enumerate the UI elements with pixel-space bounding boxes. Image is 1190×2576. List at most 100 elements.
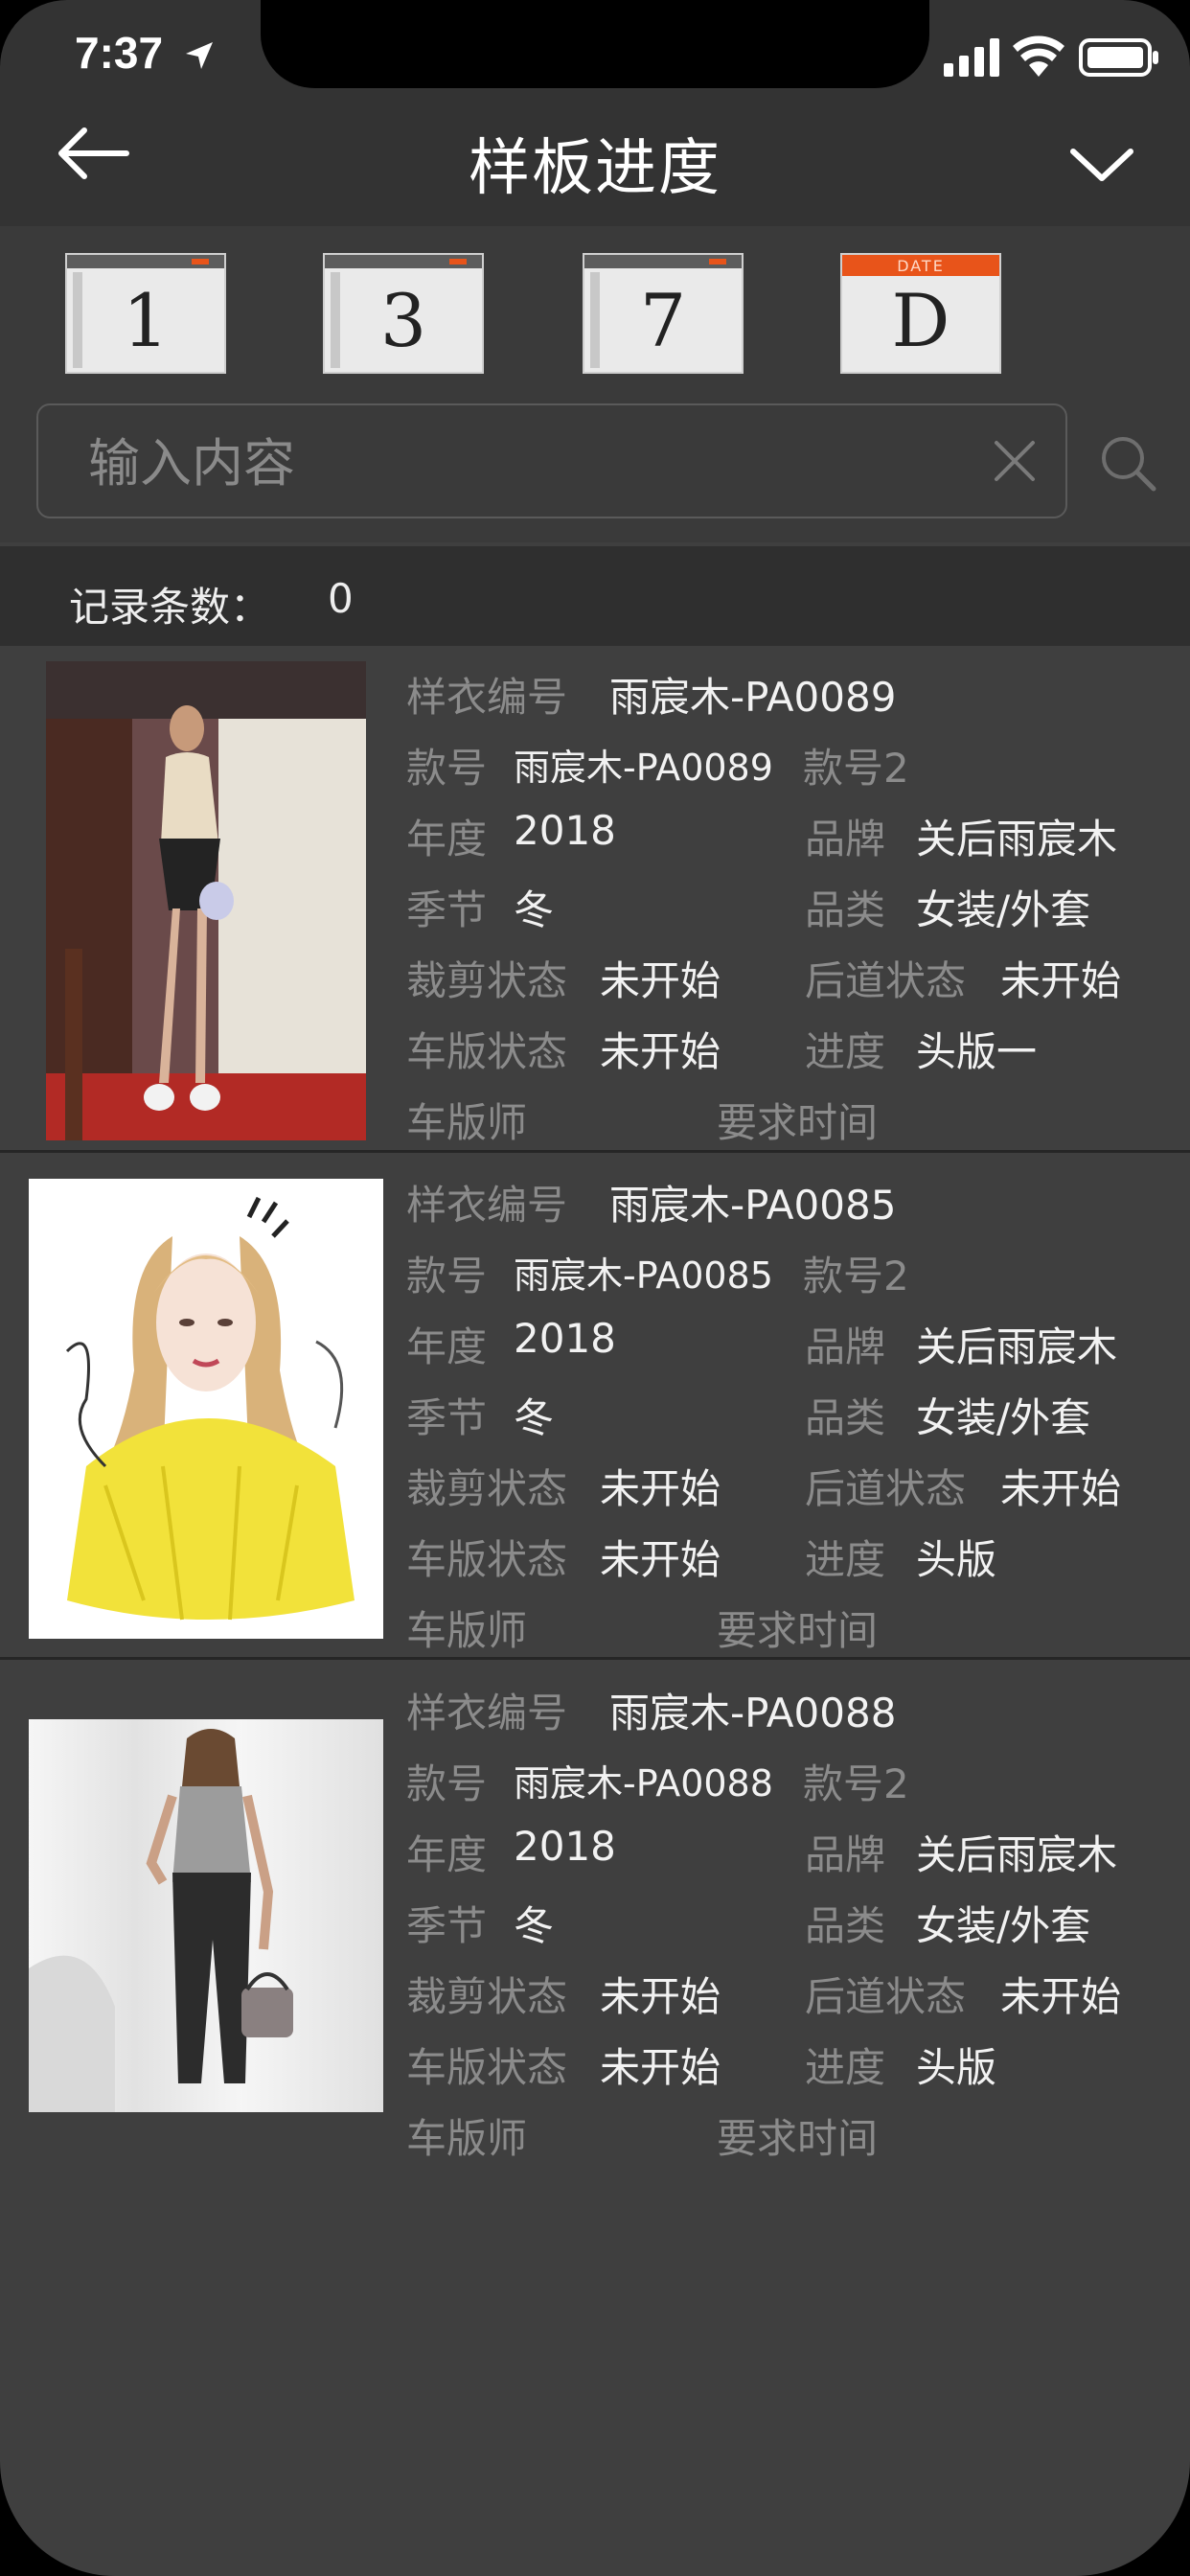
value-category: 女装/外套 xyxy=(916,886,1091,933)
value-sew-status: 未开始 xyxy=(600,2044,721,2091)
label-style-no2: 款号2 xyxy=(803,745,909,792)
label-category: 品类 xyxy=(805,1902,886,1949)
value-season: 冬 xyxy=(514,1902,555,1949)
notch xyxy=(261,0,929,88)
value-year: 2018 xyxy=(514,1315,616,1362)
label-sewer: 车版师 xyxy=(406,1607,528,1654)
screen-corner xyxy=(0,0,134,134)
search-input[interactable] xyxy=(86,428,952,497)
value-cut-status: 未开始 xyxy=(600,957,721,1004)
value-brand: 关后雨宸木 xyxy=(916,1831,1118,1878)
label-sewer: 车版师 xyxy=(406,2115,528,2162)
label-required-time: 要求时间 xyxy=(717,1607,879,1654)
cellular-signal-icon xyxy=(944,38,999,77)
date-filter-label: 1 xyxy=(122,278,170,363)
label-season: 季节 xyxy=(406,1902,488,1949)
date-filter-label: 7 xyxy=(639,278,687,363)
battery-icon xyxy=(1079,38,1158,77)
label-back-status: 后道状态 xyxy=(805,1465,967,1512)
label-brand: 品牌 xyxy=(805,1831,886,1878)
record-count-label: 记录条数： xyxy=(69,584,271,631)
runway-model-photo xyxy=(46,661,366,1140)
label-category: 品类 xyxy=(805,1394,886,1441)
label-cut-status: 裁剪状态 xyxy=(406,1465,568,1512)
value-year: 2018 xyxy=(514,807,616,854)
label-brand: 品牌 xyxy=(805,1323,886,1370)
label-sample-no: 样衣编号 xyxy=(406,1182,568,1229)
value-style-no: 雨宸木-PA0085 xyxy=(514,1254,773,1297)
date-filter-label: 3 xyxy=(379,278,427,363)
label-sample-no: 样衣编号 xyxy=(406,674,568,721)
value-back-status: 未开始 xyxy=(1000,1465,1122,1512)
label-sew-status: 车版状态 xyxy=(406,1536,568,1583)
calendar-tab xyxy=(449,259,467,264)
label-style-no2: 款号2 xyxy=(803,1253,909,1300)
label-sew-status: 车版状态 xyxy=(406,2044,568,2091)
status-time: 7:37 xyxy=(75,28,164,78)
date-cap-label: DATE xyxy=(897,257,945,275)
label-required-time: 要求时间 xyxy=(717,1099,879,1146)
search-box xyxy=(36,403,1067,518)
value-season: 冬 xyxy=(514,886,555,933)
label-style-no2: 款号2 xyxy=(803,1760,909,1807)
label-progress: 进度 xyxy=(805,1028,886,1075)
value-sew-status: 未开始 xyxy=(600,1536,721,1583)
value-style-no: 雨宸木-PA0089 xyxy=(514,747,773,789)
label-back-status: 后道状态 xyxy=(805,957,967,1004)
label-brand: 品牌 xyxy=(805,816,886,862)
value-sample-no: 雨宸木-PA0088 xyxy=(609,1690,897,1736)
label-style-no: 款号 xyxy=(406,745,488,792)
value-category: 女装/外套 xyxy=(916,1394,1091,1441)
date-filter-custom-button[interactable]: DATE D xyxy=(840,253,1001,374)
value-cut-status: 未开始 xyxy=(600,1465,721,1512)
value-year: 2018 xyxy=(514,1823,616,1870)
label-year: 年度 xyxy=(406,816,488,862)
date-filter-7-button[interactable]: 7 xyxy=(583,253,744,374)
label-year: 年度 xyxy=(406,1323,488,1370)
value-back-status: 未开始 xyxy=(1000,1973,1122,2020)
label-cut-status: 裁剪状态 xyxy=(406,1973,568,2020)
label-category: 品类 xyxy=(805,886,886,933)
calendar-tab xyxy=(192,259,209,264)
value-progress: 头版 xyxy=(916,1536,997,1583)
value-sample-no: 雨宸木-PA0085 xyxy=(609,1182,897,1229)
chevron-down-icon[interactable] xyxy=(1067,144,1136,186)
record-count-value: 0 xyxy=(328,575,354,622)
label-cut-status: 裁剪状态 xyxy=(406,957,568,1004)
date-filter-1-button[interactable]: 1 xyxy=(65,253,226,374)
wifi-icon xyxy=(1013,35,1064,77)
value-progress: 头版 xyxy=(916,2044,997,2091)
label-progress: 进度 xyxy=(805,1536,886,1583)
value-category: 女装/外套 xyxy=(916,1902,1091,1949)
label-sample-no: 样衣编号 xyxy=(406,1690,568,1736)
value-back-status: 未开始 xyxy=(1000,957,1122,1004)
app-screen: 7:37 样板进度 1 3 7 DATE D 输入内容 记录条数： 0 样衣编号… xyxy=(0,0,1190,2576)
date-filter-3-button[interactable]: 3 xyxy=(323,253,484,374)
value-sample-no: 雨宸木-PA0089 xyxy=(609,674,897,721)
value-sew-status: 未开始 xyxy=(600,1028,721,1075)
label-back-status: 后道状态 xyxy=(805,1973,967,2020)
calendar-tab xyxy=(709,259,726,264)
location-arrow-icon xyxy=(186,42,213,69)
value-style-no: 雨宸木-PA0088 xyxy=(514,1762,773,1805)
fashion-illustration xyxy=(29,1179,383,1639)
label-sew-status: 车版状态 xyxy=(406,1028,568,1075)
value-brand: 关后雨宸木 xyxy=(916,816,1118,862)
value-progress: 头版一 xyxy=(916,1028,1038,1075)
label-season: 季节 xyxy=(406,1394,488,1441)
label-year: 年度 xyxy=(406,1831,488,1878)
label-sewer: 车版师 xyxy=(406,1099,528,1146)
label-style-no: 款号 xyxy=(406,1253,488,1300)
value-brand: 关后雨宸木 xyxy=(916,1323,1118,1370)
label-season: 季节 xyxy=(406,886,488,933)
label-style-no: 款号 xyxy=(406,1760,488,1807)
label-required-time: 要求时间 xyxy=(717,2115,879,2162)
value-cut-status: 未开始 xyxy=(600,1973,721,2020)
value-season: 冬 xyxy=(514,1394,555,1441)
studio-model-photo xyxy=(29,1719,383,2112)
search-icon[interactable] xyxy=(1098,433,1157,493)
label-progress: 进度 xyxy=(805,2044,886,2091)
page-title: 样板进度 xyxy=(469,133,721,204)
clear-icon[interactable] xyxy=(993,439,1037,483)
date-filter-label: D xyxy=(891,278,950,363)
